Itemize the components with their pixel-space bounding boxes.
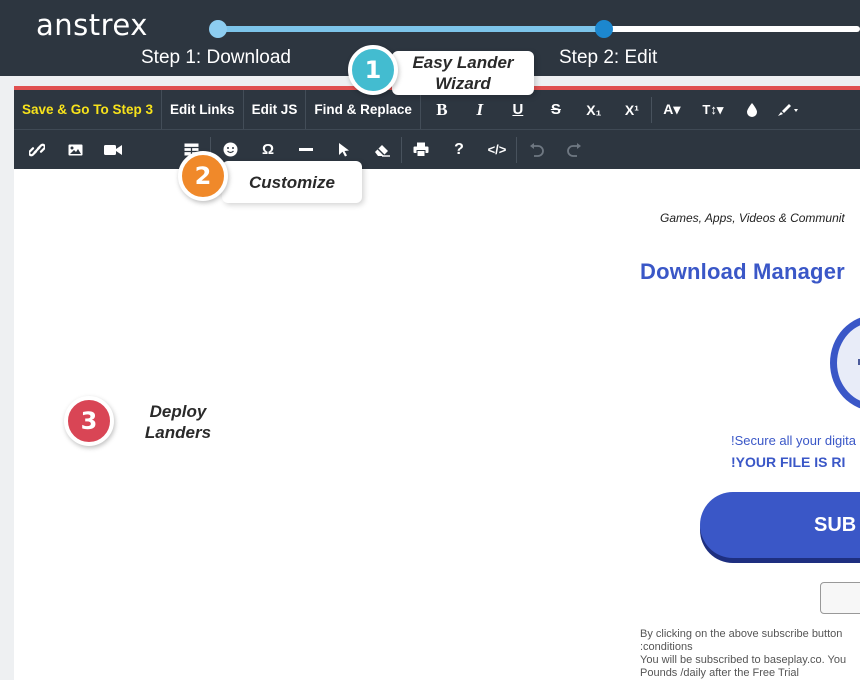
callout-line: Wizard [435, 74, 491, 93]
file-ready-text: !YOUR FILE IS RI [731, 454, 846, 470]
save-go-step3-button[interactable]: Save & Go To Step 3 [14, 90, 163, 129]
lander-title: Download Manager [640, 259, 845, 284]
lander-tagline: Games, Apps, Videos & Communit [660, 211, 845, 225]
superscript-button[interactable]: X¹ [613, 90, 651, 129]
anstrex-logo: anstrex [36, 8, 148, 42]
step1-label[interactable]: Step 1: Download [141, 47, 291, 69]
print-icon[interactable] [402, 130, 440, 169]
font-size-dropdown[interactable]: T↕▾ [692, 90, 734, 129]
step-number-badge: 2 [178, 151, 228, 201]
step1-dot[interactable] [209, 20, 227, 38]
wizard-progress-fill [218, 26, 604, 32]
underline-button[interactable]: U [499, 90, 537, 129]
callout-label: Customize [222, 161, 362, 203]
callout-label: Deploy Landers [108, 399, 248, 445]
paint-brush-icon[interactable] [770, 90, 806, 129]
eraser-icon[interactable] [363, 130, 401, 169]
link-icon[interactable] [18, 130, 56, 169]
subscribe-label: SUB [814, 513, 857, 536]
italic-button[interactable]: I [461, 90, 499, 129]
secondary-box[interactable] [820, 582, 860, 614]
strikethrough-button[interactable]: S [537, 90, 575, 129]
step2-dot[interactable] [595, 20, 613, 38]
step-number-badge: 3 [64, 396, 114, 446]
callout-line: Deploy [149, 402, 207, 421]
terms-text: By clicking on the above subscribe butto… [640, 628, 860, 680]
edit-links-button[interactable]: Edit Links [162, 90, 244, 129]
edit-js-button[interactable]: Edit JS [244, 90, 307, 129]
find-replace-button[interactable]: Find & Replace [306, 90, 421, 129]
terms-line: By clicking on the above subscribe butto… [640, 628, 843, 640]
terms-line: You will be subscribed to baseplay.co. Y… [640, 654, 847, 666]
secure-text: !Secure all your digita [731, 433, 857, 448]
terms-line: :conditions [640, 641, 693, 653]
editor-toolbar-row2: Ω ? </> [14, 129, 860, 169]
undo-icon[interactable] [517, 130, 555, 169]
callout-line: Easy Lander [412, 53, 514, 72]
terms-line: Pounds /daily after the Free Trial [640, 667, 799, 679]
code-view-icon[interactable]: </> [478, 130, 516, 169]
subscribe-button[interactable]: SUB [700, 492, 860, 558]
subscript-button[interactable]: X₁ [575, 90, 613, 129]
video-icon[interactable] [94, 130, 132, 169]
step2-label[interactable]: Step 2: Edit [559, 47, 657, 69]
bold-button[interactable]: B [423, 90, 461, 129]
help-icon[interactable]: ? [440, 130, 478, 169]
callout-line: Landers [144, 423, 212, 442]
image-icon[interactable] [56, 130, 94, 169]
font-color-dropdown[interactable]: A▾ [652, 90, 692, 129]
download-progress-ring [830, 315, 860, 411]
step-number-badge: 1 [348, 45, 398, 95]
editor-toolbar-row1: Save & Go To Step 3 Edit Links Edit JS F… [14, 90, 860, 129]
redo-icon[interactable] [555, 130, 593, 169]
text-color-icon[interactable] [734, 90, 770, 129]
callout-label: Easy Lander Wizard [392, 51, 534, 95]
